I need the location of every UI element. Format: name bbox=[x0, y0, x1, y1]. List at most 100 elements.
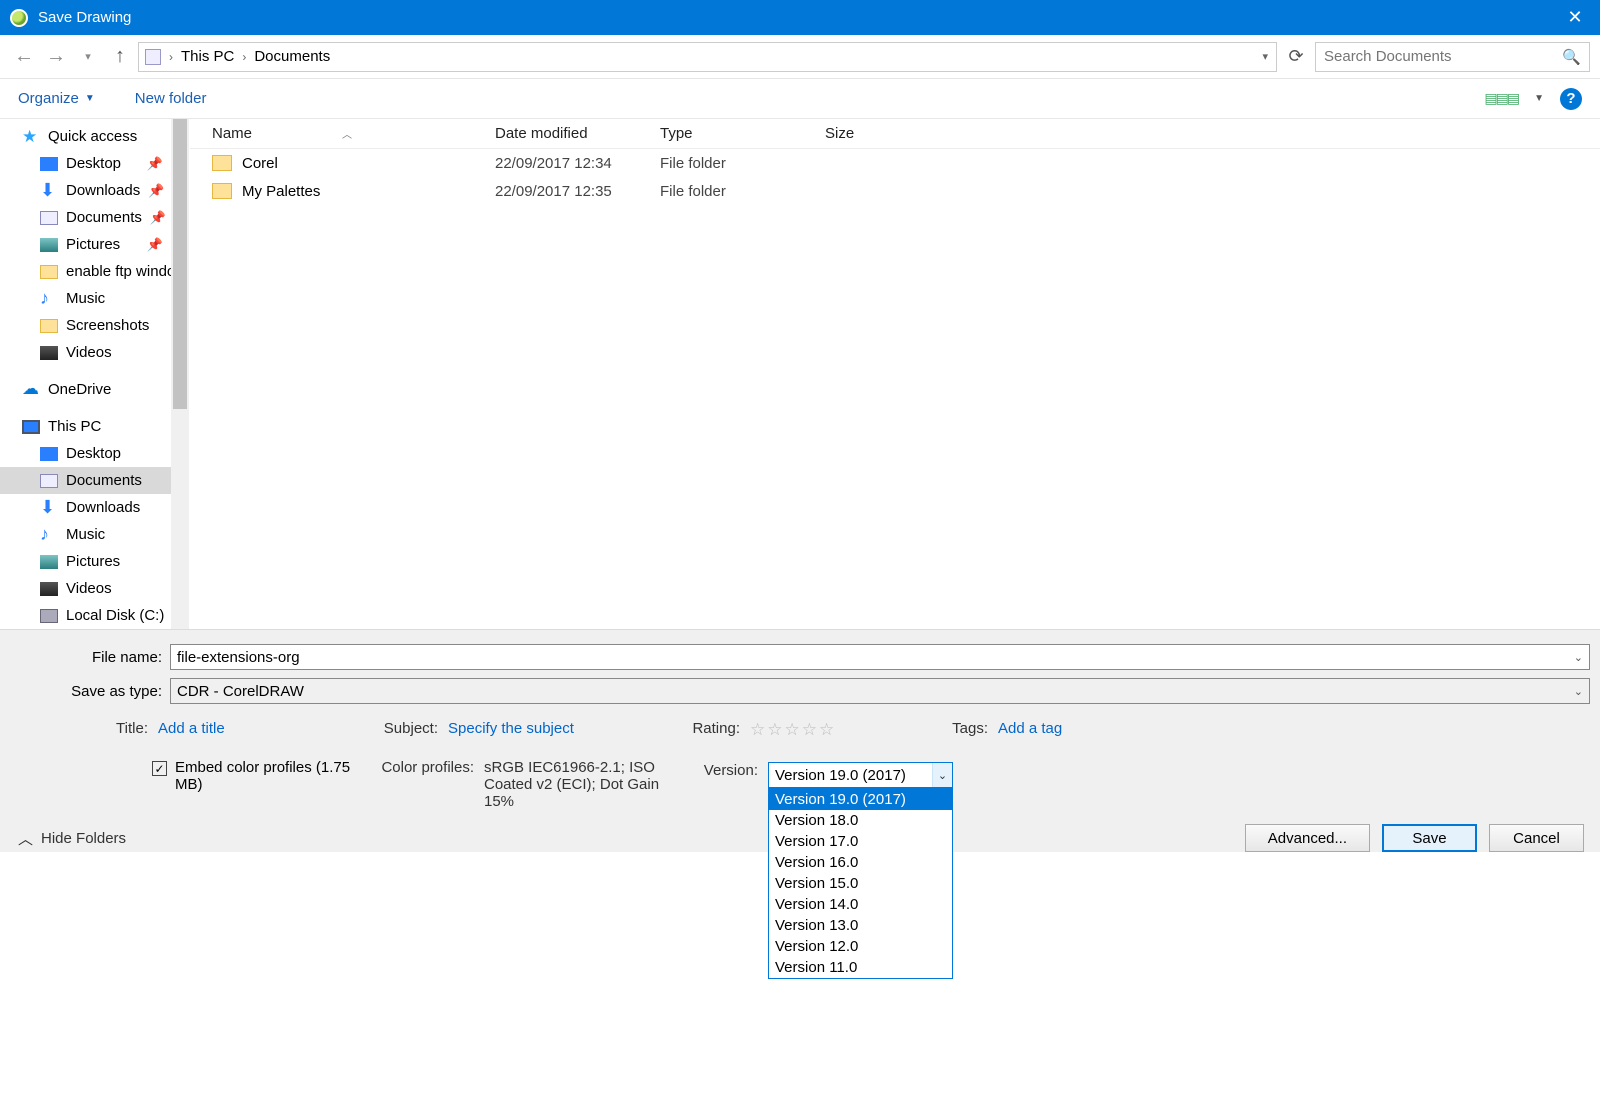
col-type[interactable]: Type bbox=[660, 125, 825, 142]
pin-icon: 📌 bbox=[147, 237, 163, 253]
new-folder-button[interactable]: New folder bbox=[135, 90, 207, 107]
saveas-label: Save as type: bbox=[0, 683, 170, 700]
chevron-down-icon[interactable]: ⌄ bbox=[1574, 651, 1583, 664]
download-icon: ⬇ bbox=[40, 184, 58, 198]
chevron-right-icon[interactable]: › bbox=[165, 50, 177, 64]
help-button[interactable]: ? bbox=[1560, 88, 1582, 110]
file-row[interactable]: My Palettes 22/09/2017 12:35 File folder bbox=[190, 177, 1600, 205]
tree-pc-downloads[interactable]: ⬇Downloads bbox=[0, 494, 189, 521]
rating-stars[interactable]: ☆☆☆☆☆ bbox=[750, 720, 836, 740]
version-option[interactable]: Version 19.0 (2017) bbox=[769, 789, 952, 810]
col-size[interactable]: Size bbox=[825, 125, 925, 142]
tree-pc-music[interactable]: ♪Music bbox=[0, 521, 189, 548]
address-bar[interactable]: › This PC › Documents ▾ bbox=[138, 42, 1277, 72]
pictures-icon bbox=[40, 238, 58, 252]
tree-onedrive[interactable]: ☁OneDrive bbox=[0, 376, 189, 403]
tree-local-disk[interactable]: Local Disk (C:) bbox=[0, 602, 189, 629]
search-input[interactable] bbox=[1324, 48, 1562, 65]
version-selected: Version 19.0 (2017) bbox=[775, 767, 906, 784]
back-button[interactable]: ← bbox=[10, 45, 38, 68]
recent-dropdown[interactable]: ▾ bbox=[74, 50, 102, 63]
profiles-label: Color profiles: bbox=[370, 759, 474, 776]
file-type: File folder bbox=[660, 155, 825, 172]
tree-scrollbar-track[interactable] bbox=[171, 119, 189, 629]
toolbar: Organize ▼ New folder ▤▤▤ ▼ ? bbox=[0, 79, 1600, 119]
bottom-panel: File name: file-extensions-org ⌄ Save as… bbox=[0, 629, 1600, 852]
pin-icon: 📌 bbox=[150, 210, 166, 226]
tree-quick-access[interactable]: ★Quick access bbox=[0, 123, 189, 150]
up-button[interactable]: ↑ bbox=[106, 45, 134, 68]
pc-icon bbox=[145, 49, 161, 65]
folder-icon bbox=[40, 265, 58, 279]
path-segment-root[interactable]: This PC bbox=[181, 48, 234, 65]
version-option[interactable]: Version 14.0 bbox=[769, 894, 952, 915]
chevron-down-icon[interactable]: ⌄ bbox=[932, 763, 952, 787]
title-input[interactable]: Add a title bbox=[158, 720, 225, 737]
tree-pictures-qa[interactable]: Pictures📌 bbox=[0, 231, 189, 258]
profiles-value: sRGB IEC61966-2.1; ISO Coated v2 (ECI); … bbox=[484, 759, 674, 810]
music-icon: ♪ bbox=[40, 528, 58, 542]
tree-screenshots[interactable]: Screenshots bbox=[0, 312, 189, 339]
version-option[interactable]: Version 13.0 bbox=[769, 915, 952, 936]
subject-label: Subject: bbox=[370, 720, 438, 737]
path-segment-current[interactable]: Documents bbox=[254, 48, 330, 65]
search-box[interactable]: 🔍 bbox=[1315, 42, 1590, 72]
advanced-button[interactable]: Advanced... bbox=[1245, 824, 1370, 852]
version-option[interactable]: Version 12.0 bbox=[769, 936, 952, 957]
chevron-down-icon[interactable]: ⌄ bbox=[1574, 685, 1583, 698]
organize-menu[interactable]: Organize ▼ bbox=[18, 90, 95, 107]
cancel-button[interactable]: Cancel bbox=[1489, 824, 1584, 852]
tree-pc-videos[interactable]: Videos bbox=[0, 575, 189, 602]
version-option[interactable]: Version 11.0 bbox=[769, 957, 952, 978]
address-dropdown-icon[interactable]: ▾ bbox=[1262, 50, 1268, 63]
version-select[interactable]: Version 19.0 (2017) ⌄ bbox=[768, 762, 953, 788]
hide-folders-toggle[interactable]: ︿ Hide Folders bbox=[18, 828, 126, 849]
version-option[interactable]: Version 17.0 bbox=[769, 831, 952, 852]
saveas-value: CDR - CorelDRAW bbox=[177, 683, 304, 700]
version-option[interactable]: Version 15.0 bbox=[769, 873, 952, 894]
tree-pc-desktop[interactable]: Desktop bbox=[0, 440, 189, 467]
tree-this-pc[interactable]: This PC bbox=[0, 413, 189, 440]
tree-pc-documents[interactable]: Documents bbox=[0, 467, 189, 494]
tree-pc-pictures[interactable]: Pictures bbox=[0, 548, 189, 575]
filename-input[interactable]: file-extensions-org ⌄ bbox=[170, 644, 1590, 670]
rating-label: Rating: bbox=[680, 720, 740, 737]
embed-checkbox[interactable]: ✓ bbox=[152, 761, 167, 776]
col-name[interactable]: Name︿ bbox=[190, 125, 495, 142]
chevron-right-icon[interactable]: › bbox=[238, 50, 250, 64]
desktop-icon bbox=[40, 157, 58, 171]
titlebar: Save Drawing ✕ bbox=[0, 0, 1600, 35]
navbar: ← → ▾ ↑ › This PC › Documents ▾ ⟳ 🔍 bbox=[0, 35, 1600, 79]
save-button[interactable]: Save bbox=[1382, 824, 1477, 852]
filename-value: file-extensions-org bbox=[177, 649, 300, 666]
col-date[interactable]: Date modified bbox=[495, 125, 660, 142]
version-option[interactable]: Version 18.0 bbox=[769, 810, 952, 831]
pin-icon: 📌 bbox=[148, 183, 164, 199]
close-button[interactable]: ✕ bbox=[1550, 7, 1600, 28]
folder-icon bbox=[212, 155, 232, 171]
version-dropdown: Version 19.0 (2017) Version 18.0 Version… bbox=[768, 788, 953, 979]
tree-music-qa[interactable]: ♪Music bbox=[0, 285, 189, 312]
tree-enable-ftp[interactable]: enable ftp windo bbox=[0, 258, 189, 285]
desktop-icon bbox=[40, 447, 58, 461]
embed-label[interactable]: Embed color profiles (1.75 MB) bbox=[175, 759, 355, 793]
pin-icon: 📌 bbox=[147, 156, 163, 172]
file-row[interactable]: Corel 22/09/2017 12:34 File folder bbox=[190, 149, 1600, 177]
tree-desktop[interactable]: Desktop📌 bbox=[0, 150, 189, 177]
tree-videos-qa[interactable]: Videos bbox=[0, 339, 189, 366]
view-dropdown-icon[interactable]: ▼ bbox=[1534, 93, 1544, 104]
version-label: Version: bbox=[680, 762, 758, 779]
version-option[interactable]: Version 16.0 bbox=[769, 852, 952, 873]
file-date: 22/09/2017 12:35 bbox=[495, 183, 660, 200]
app-icon bbox=[10, 9, 28, 27]
tree-downloads[interactable]: ⬇Downloads📌 bbox=[0, 177, 189, 204]
file-date: 22/09/2017 12:34 bbox=[495, 155, 660, 172]
tree-documents-qa[interactable]: Documents📌 bbox=[0, 204, 189, 231]
refresh-button[interactable]: ⟳ bbox=[1281, 42, 1311, 72]
subject-input[interactable]: Specify the subject bbox=[448, 720, 574, 737]
tags-input[interactable]: Add a tag bbox=[998, 720, 1062, 737]
chevron-down-icon: ▼ bbox=[85, 93, 95, 104]
saveas-select[interactable]: CDR - CorelDRAW ⌄ bbox=[170, 678, 1590, 704]
tree-scrollbar-thumb[interactable] bbox=[173, 119, 187, 409]
view-options-icon[interactable]: ▤▤▤ bbox=[1484, 90, 1518, 107]
